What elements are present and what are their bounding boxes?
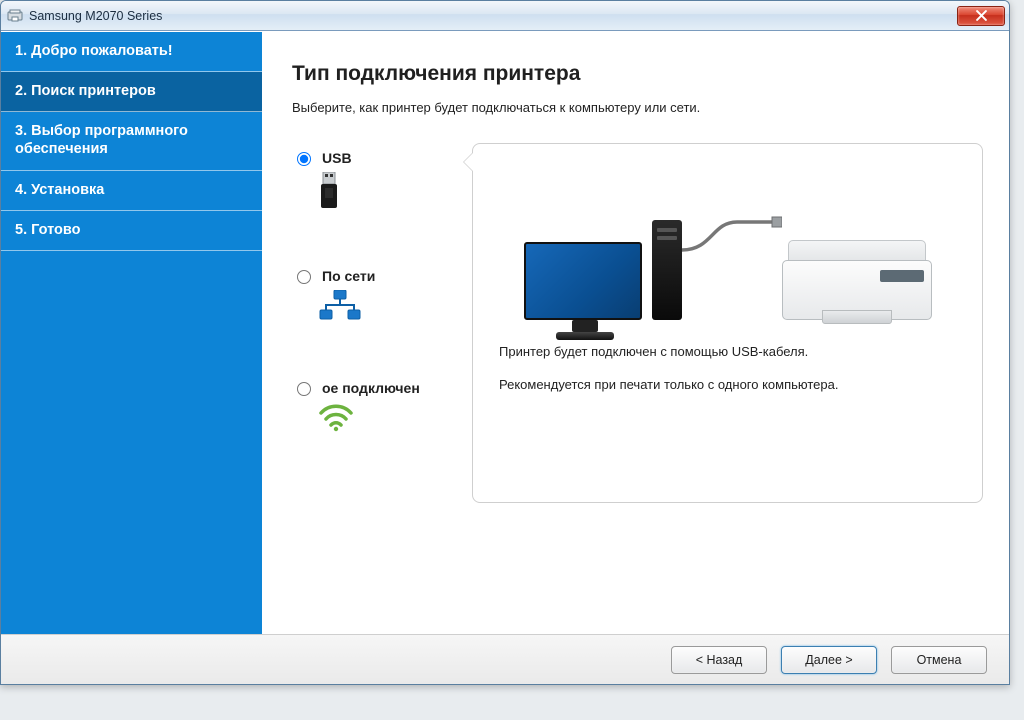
printer-icon bbox=[782, 240, 932, 320]
preview-text-2: Рекомендуется при печати только с одного… bbox=[499, 377, 956, 392]
radio-network[interactable] bbox=[297, 270, 311, 284]
installer-window: Samsung M2070 Series 1. Добро пожаловать… bbox=[0, 0, 1010, 685]
step-label: 2. Поиск принтеров bbox=[15, 83, 156, 99]
step-welcome[interactable]: 1. Добро пожаловать! bbox=[1, 32, 262, 72]
option-usb-head[interactable]: USB bbox=[292, 149, 472, 166]
title-bar[interactable]: Samsung M2070 Series bbox=[1, 1, 1009, 31]
main-panel: Тип подключения принтера Выберите, как п… bbox=[262, 32, 1009, 634]
step-label: 3. Выбор программного обеспечения bbox=[15, 123, 188, 157]
app-icon bbox=[7, 8, 23, 24]
connection-options-row: USB bbox=[292, 143, 983, 503]
usb-illustration bbox=[499, 170, 956, 320]
usb-connector-icon bbox=[318, 200, 340, 215]
network-icon bbox=[318, 312, 362, 327]
cancel-button[interactable]: Отмена bbox=[891, 646, 987, 674]
radio-usb[interactable] bbox=[297, 152, 311, 166]
connection-preview: Принтер будет подключен с помощью USB-ка… bbox=[472, 143, 983, 503]
option-network-label: По сети bbox=[322, 268, 375, 284]
wizard-footer: < Назад Далее > Отмена bbox=[1, 634, 1009, 684]
next-button[interactable]: Далее > bbox=[781, 646, 877, 674]
option-usb-label: USB bbox=[322, 150, 352, 166]
sidebar-spacer bbox=[1, 251, 262, 634]
back-button[interactable]: < Назад bbox=[671, 646, 767, 674]
page-heading: Тип подключения принтера bbox=[292, 62, 983, 86]
close-button[interactable] bbox=[957, 6, 1005, 26]
step-finish[interactable]: 5. Готово bbox=[1, 211, 262, 251]
step-select-software[interactable]: 3. Выбор программного обеспечения bbox=[1, 112, 262, 170]
step-search-printers[interactable]: 2. Поиск принтеров bbox=[1, 72, 262, 112]
step-label: 4. Установка bbox=[15, 182, 104, 198]
wifi-icon bbox=[318, 420, 354, 435]
preview-text-1: Принтер будет подключен с помощью USB-ка… bbox=[499, 344, 956, 359]
option-wireless[interactable]: ое подключен bbox=[292, 379, 472, 435]
option-network[interactable]: По сети bbox=[292, 267, 472, 327]
wizard-sidebar: 1. Добро пожаловать! 2. Поиск принтеров … bbox=[1, 32, 262, 634]
step-install[interactable]: 4. Установка bbox=[1, 171, 262, 211]
connection-options: USB bbox=[292, 143, 472, 445]
option-wireless-label: ое подключен bbox=[322, 380, 420, 396]
step-label: 1. Добро пожаловать! bbox=[15, 43, 173, 59]
window-title: Samsung M2070 Series bbox=[29, 9, 957, 23]
step-label: 5. Готово bbox=[15, 222, 80, 238]
dialog-body: 1. Добро пожаловать! 2. Поиск принтеров … bbox=[1, 31, 1009, 634]
page-subtitle: Выберите, как принтер будет подключаться… bbox=[292, 100, 983, 115]
radio-wireless[interactable] bbox=[297, 382, 311, 396]
usb-cable-icon bbox=[682, 210, 782, 260]
option-network-head[interactable]: По сети bbox=[292, 267, 472, 284]
option-usb[interactable]: USB bbox=[292, 149, 472, 215]
option-wireless-head[interactable]: ое подключен bbox=[292, 379, 472, 396]
computer-icon bbox=[524, 220, 682, 320]
preview-pointer bbox=[463, 152, 473, 172]
